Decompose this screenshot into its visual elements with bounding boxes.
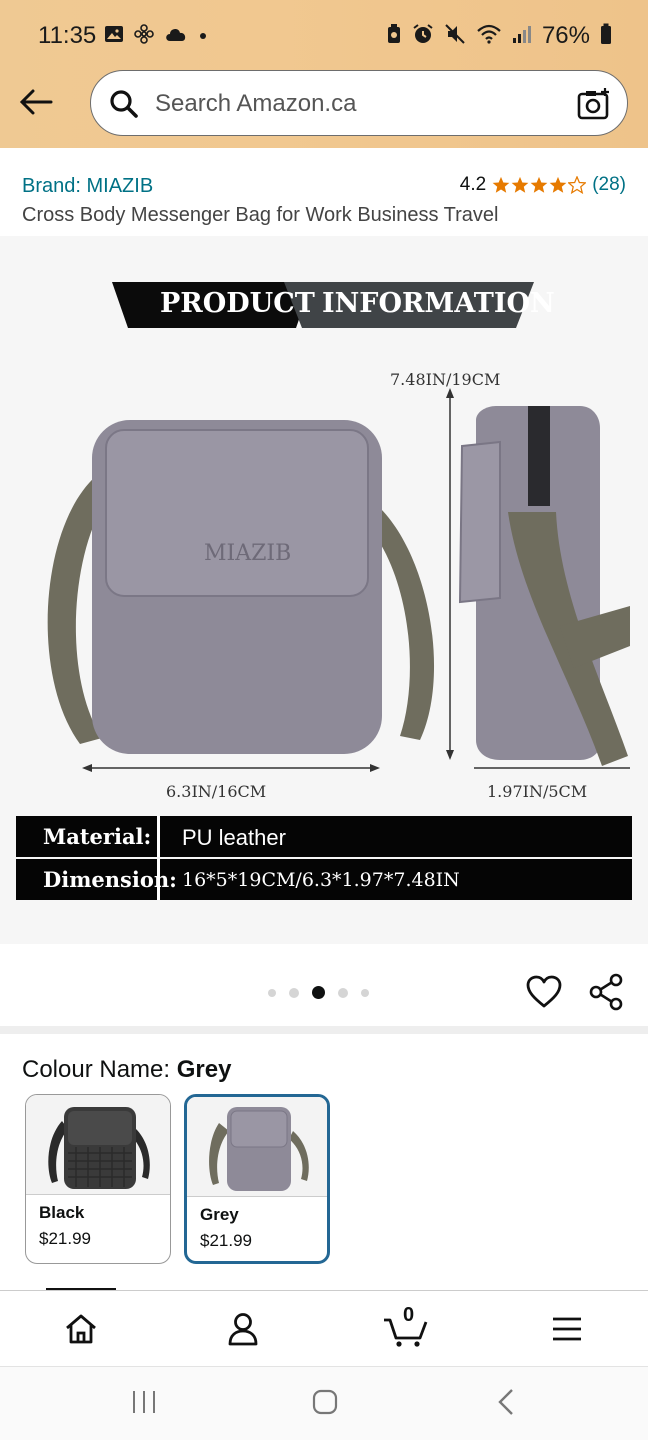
- carousel-dot[interactable]: [361, 988, 369, 997]
- svg-text:MIAZIB: MIAZIB: [204, 541, 291, 566]
- info-banner: PRODUCT INFORMATION: [112, 282, 555, 328]
- status-bar: 11:35 76%: [0, 0, 648, 70]
- bag-illustration: MIAZIB: [47, 388, 630, 772]
- mute-icon: [444, 23, 466, 50]
- variant-name: Black: [39, 1203, 85, 1222]
- fan-icon: [134, 24, 154, 49]
- recent-apps-icon[interactable]: [130, 1387, 158, 1417]
- rating-value: 4.2: [459, 174, 487, 195]
- star-full-icon: [549, 176, 567, 193]
- heart-icon: [526, 975, 562, 1008]
- nav-account-button[interactable]: [218, 1307, 268, 1351]
- section-divider: [0, 1026, 648, 1034]
- search-input[interactable]: [155, 85, 555, 123]
- system-navigation: [0, 1366, 648, 1440]
- spec-key: Material:: [16, 816, 160, 857]
- product-title: Cross Body Messenger Bag for Work Busine…: [22, 204, 499, 226]
- variant-name: Grey: [200, 1205, 239, 1224]
- home-system-icon[interactable]: [310, 1387, 340, 1417]
- carousel-dot-active[interactable]: [312, 986, 325, 999]
- menu-icon: [553, 1317, 581, 1341]
- wifi-icon: [476, 23, 502, 50]
- brand-link[interactable]: Brand: MIAZIB: [22, 175, 153, 198]
- spec-value: PU leather: [182, 825, 286, 850]
- cart-count: 0: [403, 1304, 415, 1326]
- back-system-icon[interactable]: [494, 1387, 518, 1417]
- carousel-dot[interactable]: [268, 988, 276, 997]
- selected-colour: Grey: [176, 1056, 232, 1083]
- spec-row-material: Material: PU leather: [16, 816, 632, 857]
- camera-search-icon[interactable]: [577, 87, 611, 121]
- star-rating: [492, 176, 587, 194]
- spec-table: Material: PU leather Dimension: 16*5*19C…: [16, 816, 632, 902]
- status-time: 11:35: [38, 22, 97, 49]
- variant-price: $21.99: [39, 1229, 91, 1248]
- gallery-icon: [104, 24, 124, 49]
- back-button[interactable]: [14, 82, 58, 122]
- share-button[interactable]: [588, 973, 626, 1016]
- search-bar[interactable]: [90, 70, 628, 136]
- search-icon: [110, 90, 138, 118]
- arrow-left-icon: [19, 89, 53, 115]
- home-icon: [66, 1314, 96, 1344]
- account-icon: [228, 1313, 258, 1346]
- star-full-icon: [511, 176, 529, 193]
- nav-home-button[interactable]: [56, 1307, 106, 1351]
- carousel-dot[interactable]: [289, 987, 299, 998]
- cloud-icon: [164, 25, 188, 48]
- carousel-dots[interactable]: [268, 986, 369, 999]
- star-full-icon: [492, 176, 510, 193]
- battery-icon: [600, 23, 612, 50]
- nav-menu-button[interactable]: [542, 1307, 592, 1351]
- alarm-icon: [412, 23, 434, 50]
- dot-icon: [198, 28, 208, 46]
- spec-row-dimension: Dimension: 16*5*19CM/6.3*1.97*7.48IN: [16, 859, 632, 900]
- bottom-navigation: [0, 1290, 648, 1366]
- carousel-dot[interactable]: [338, 987, 348, 998]
- spec-key: Dimension:: [16, 859, 177, 900]
- product-image[interactable]: PRODUCT INFORMATION 7.48IN/19CM 6.3IN/16…: [0, 236, 648, 944]
- battery-saver-icon: [386, 23, 402, 50]
- variant-thumbnail: [26, 1095, 170, 1195]
- variant-thumbnail: [187, 1097, 327, 1197]
- spec-value: 16*5*19CM/6.3*1.97*7.48IN: [182, 869, 460, 891]
- colour-variant-black[interactable]: Black $21.99: [25, 1094, 171, 1264]
- header: 11:35 76% Search Amazon.ca: [0, 0, 648, 148]
- battery-percent: 76%: [541, 22, 590, 49]
- colour-variant-grey[interactable]: Grey $21.99: [184, 1094, 330, 1264]
- share-icon: [589, 973, 623, 1011]
- signal-icon: [512, 24, 532, 49]
- rating-summary[interactable]: 4.2 (28): [460, 174, 626, 196]
- colour-name-label: Colour Name: Grey: [22, 1056, 232, 1083]
- wishlist-button[interactable]: [526, 975, 562, 1014]
- variant-price: $21.99: [200, 1231, 252, 1250]
- review-count: (28): [592, 174, 626, 195]
- star-empty-icon: [568, 176, 587, 194]
- banner-product-text: PRODUCT: [160, 288, 315, 319]
- star-full-icon: [530, 176, 548, 193]
- banner-information-text: INFORMATION: [322, 288, 555, 319]
